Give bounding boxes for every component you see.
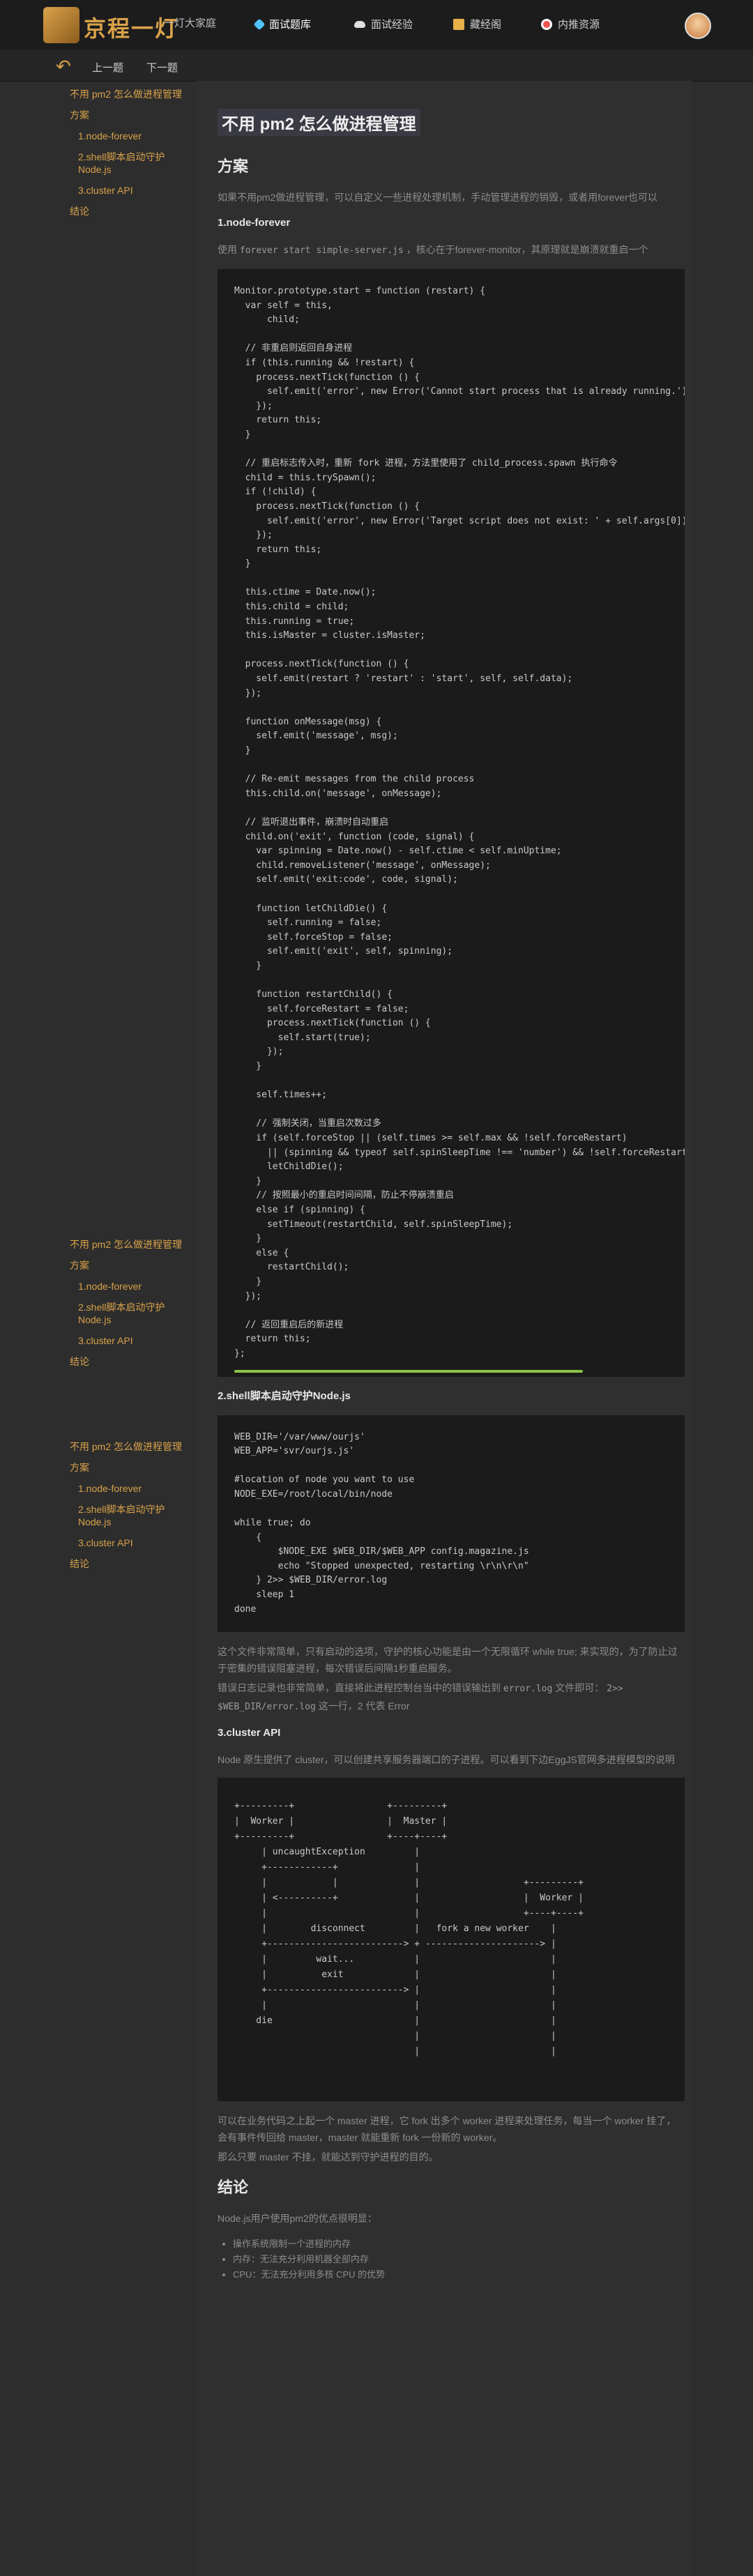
toc-item[interactable]: 2.shell脚本启动守护Node.js xyxy=(70,1503,188,1528)
cloud-icon xyxy=(354,20,365,28)
paragraph: 那么只要 master 不挂，就能达到守护进程的目的。 xyxy=(218,2151,439,2163)
diamond-icon xyxy=(253,18,266,30)
question-nav-bar: ↶ 上一题 下一题 xyxy=(0,50,753,82)
paragraph: 可以在业务代码之上起一个 master 进程，它 fork 出多个 worker… xyxy=(218,2115,676,2144)
prev-question-button[interactable]: 上一题 xyxy=(92,60,123,75)
nav-item-experience[interactable]: 面试经验 xyxy=(354,17,413,31)
toc-item[interactable]: 1.node-forever xyxy=(70,1280,188,1293)
code-block[interactable]: WEB_DIR='/var/www/ourjs' WEB_APP='svr/ou… xyxy=(218,1415,685,1633)
toc-title[interactable]: 不用 pm2 怎么做进程管理 xyxy=(70,1238,188,1251)
toc-heading[interactable]: 方案 xyxy=(70,1461,188,1474)
toc: 不用 pm2 怎么做进程管理 方案 1.node-forever 2.shell… xyxy=(70,1238,188,1376)
target-icon xyxy=(541,18,552,30)
nav-family[interactable]: 一灯大家庭 xyxy=(164,15,216,30)
toc-item[interactable]: 2.shell脚本启动守护Node.js xyxy=(70,1301,188,1326)
toc-item[interactable]: 3.cluster API xyxy=(70,184,188,197)
next-question-button[interactable]: 下一题 xyxy=(146,60,178,75)
horizontal-scrollbar[interactable] xyxy=(234,1369,583,1373)
toc-item[interactable]: 1.node-forever xyxy=(70,130,188,142)
toc-heading[interactable]: 结论 xyxy=(70,205,188,218)
list-item: 内存：无法充分利用机器全部内存 xyxy=(233,2252,685,2267)
paragraph: Node 原生提供了 cluster，可以创建共享服务器端口的子进程。可以看到下… xyxy=(218,1754,675,1766)
paragraph: 这个文件非常简单，只有启动的选项，守护的核心功能是由一个无限循环 while t… xyxy=(218,1646,678,1675)
toc-item[interactable]: 3.cluster API xyxy=(70,1537,188,1549)
toc-heading[interactable]: 结论 xyxy=(70,1557,188,1570)
subsection-heading: 1.node-forever xyxy=(218,217,291,229)
paragraph: Node.js用户使用pm2的优点很明显： xyxy=(218,2213,377,2225)
toc-item[interactable]: 3.cluster API xyxy=(70,1334,188,1347)
conclusion-list: 操作系统限制一个进程的内存 内存：无法充分利用机器全部内存 CPU：无法充分利用… xyxy=(218,2236,685,2282)
toc: 不用 pm2 怎么做进程管理 方案 1.node-forever 2.shell… xyxy=(70,88,188,226)
article-content: 不用 pm2 怎么做进程管理 方案 如果不用pm2做进程管理，可以自定义一些进程… xyxy=(218,109,685,2282)
list-item: 操作系统限制一个进程的内存 xyxy=(233,2236,685,2252)
nav-item-referral[interactable]: 内推资源 xyxy=(541,17,600,31)
paragraph: 错误日志记录也非常简单，直接将此进程控制台当中的错误输出到 error.log … xyxy=(218,1682,623,1713)
list-item: CPU：无法充分利用多核 CPU 的优势 xyxy=(233,2267,685,2282)
subsection-heading: 2.shell脚本启动守护Node.js xyxy=(218,1389,351,1402)
paragraph: 使用 forever start simple-server.js ，核心在于f… xyxy=(218,244,648,256)
section-heading: 方案 xyxy=(218,158,249,175)
article-panel: 不用 pm2 怎么做进程管理 方案 如果不用pm2做进程管理，可以自定义一些进程… xyxy=(197,81,692,2576)
toc-heading[interactable]: 方案 xyxy=(70,109,188,121)
section-heading: 结论 xyxy=(218,2179,249,2197)
book-icon xyxy=(453,18,464,30)
back-arrow-icon[interactable]: ↶ xyxy=(56,56,71,77)
toc-item[interactable]: 2.shell脚本启动守护Node.js xyxy=(70,151,188,176)
subsection-heading: 3.cluster API xyxy=(218,1727,281,1739)
nav-item-questions[interactable]: 面试题库 xyxy=(253,17,311,31)
logo-icon[interactable] xyxy=(43,7,79,43)
toc-item[interactable]: 1.node-forever xyxy=(70,1482,188,1495)
toc-title[interactable]: 不用 pm2 怎么做进程管理 xyxy=(70,88,188,100)
toc-heading[interactable]: 结论 xyxy=(70,1355,188,1368)
toc-heading[interactable]: 方案 xyxy=(70,1259,188,1272)
nav-item-library[interactable]: 藏经阁 xyxy=(453,17,501,31)
avatar[interactable] xyxy=(685,13,711,39)
toc: 不用 pm2 怎么做进程管理 方案 1.node-forever 2.shell… xyxy=(70,1440,188,1578)
top-navbar: 京程一灯 一灯大家庭 面试题库 面试经验 藏经阁 内推资源 xyxy=(0,0,753,51)
code-block[interactable]: +---------+ +---------+ | Worker | | Mas… xyxy=(218,1778,685,2102)
paragraph: 如果不用pm2做进程管理，可以自定义一些进程处理机制，手动管理进程的销毁，或者用… xyxy=(218,192,657,203)
code-block[interactable]: Monitor.prototype.start = function (rest… xyxy=(218,269,685,1377)
toc-title[interactable]: 不用 pm2 怎么做进程管理 xyxy=(70,1440,188,1453)
page-title: 不用 pm2 怎么做进程管理 xyxy=(218,109,420,136)
